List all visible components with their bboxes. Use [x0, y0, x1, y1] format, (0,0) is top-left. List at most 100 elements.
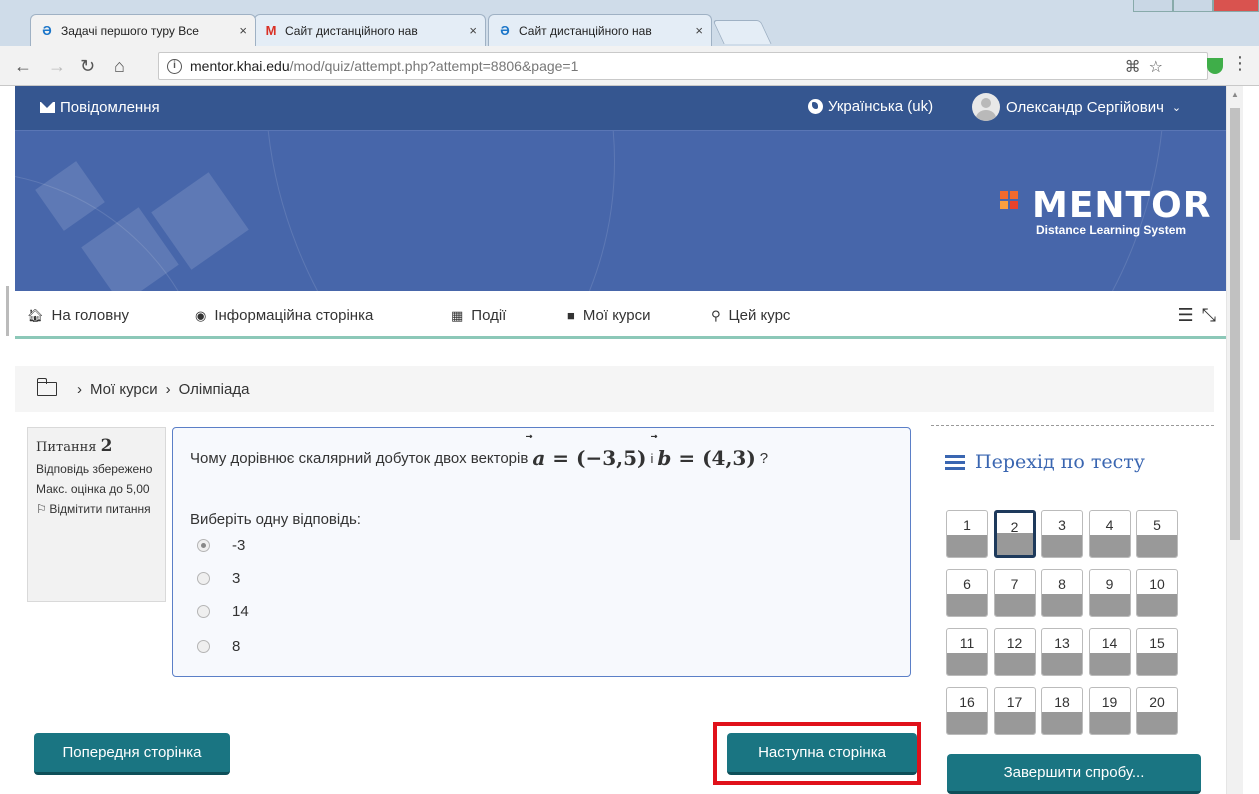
radio-button[interactable]	[197, 572, 210, 585]
breadcrumb-separator: ›	[165, 380, 171, 398]
new-tab-button[interactable]	[712, 20, 772, 44]
menu-icon	[945, 454, 965, 470]
quiz-nav-button[interactable]: 15	[1136, 628, 1178, 676]
breadcrumb-separator: ›	[77, 380, 82, 398]
messages-link[interactable]: Повідомлення	[40, 99, 160, 116]
messages-label: Повідомлення	[60, 99, 160, 116]
collapse-icon[interactable]: ⤡	[1202, 305, 1216, 326]
quiz-nav-button[interactable]: 3	[1041, 510, 1083, 558]
minimize-button[interactable]	[1133, 0, 1173, 12]
url-host: mentor.khai.edu	[190, 58, 290, 74]
answered-indicator	[994, 712, 1035, 734]
info-icon[interactable]: i	[167, 58, 182, 74]
menu-dots-icon[interactable]: ⋮	[1231, 54, 1249, 72]
quiz-nav-button[interactable]: 14	[1088, 628, 1131, 676]
maximize-button[interactable]	[1173, 0, 1213, 12]
quiz-nav-button[interactable]: 7	[993, 569, 1036, 617]
quiz-nav-button-number: 12	[1006, 635, 1023, 651]
nav-item-home[interactable]: 🏠︎ На головну	[27, 307, 129, 324]
quiz-nav-button[interactable]: 13	[1041, 628, 1083, 676]
finish-attempt-button[interactable]: Завершити спробу...	[947, 754, 1201, 794]
quiz-nav-button[interactable]: 8	[1041, 569, 1083, 617]
quiz-nav-button[interactable]: 10	[1136, 569, 1178, 617]
quiz-nav-button[interactable]: 2	[993, 510, 1036, 558]
quiz-nav-button[interactable]: 1	[946, 510, 988, 558]
radio-button[interactable]	[197, 640, 210, 653]
language-label: Українська (uk)	[828, 98, 934, 115]
quiz-nav-button[interactable]: 6	[946, 569, 988, 617]
previous-page-button[interactable]: Попередня сторінка	[34, 733, 230, 775]
scrollbar-thumb[interactable]	[1230, 108, 1240, 540]
left-edge	[0, 86, 15, 794]
translate-star-icons[interactable]: ⌘☆	[1125, 57, 1171, 77]
radio-button[interactable]	[197, 605, 210, 618]
question-number: Питання 2	[36, 436, 157, 456]
browser-tab-3[interactable]: Ә Сайт дистанційного нав ×	[488, 14, 712, 46]
answer-option-4[interactable]: 8	[197, 638, 240, 655]
folder-icon[interactable]	[36, 378, 57, 396]
close-tab-icon[interactable]: ×	[695, 23, 703, 38]
main-navigation: 🏠︎ На головну ◉ Інформаційна сторінка ▦ …	[15, 291, 1226, 339]
quiz-nav-button[interactable]: 5	[1136, 510, 1178, 558]
nav-item-my-courses[interactable]: ■ Мої курси	[567, 307, 650, 324]
browser-tab-1[interactable]: Ә Задачі першого туру Все ×	[30, 14, 256, 46]
quiz-nav-button[interactable]: 19	[1088, 687, 1131, 735]
close-window-button[interactable]	[1213, 0, 1259, 12]
close-tab-icon[interactable]: ×	[469, 23, 477, 38]
breadcrumb-my-courses[interactable]: Мої курси	[90, 381, 158, 398]
answer-option-2[interactable]: 3	[197, 570, 240, 587]
answered-indicator	[947, 535, 987, 557]
forward-arrow-icon[interactable]: →	[48, 56, 66, 77]
nav-item-dashboard[interactable]: ◉ Інформаційна сторінка	[195, 307, 373, 324]
quiz-nav-button-number: 19	[1101, 694, 1118, 710]
tab-title: Сайт дистанційного нав	[285, 23, 418, 38]
quiz-nav-button[interactable]: 12	[993, 628, 1036, 676]
answered-indicator	[1137, 712, 1177, 734]
dock-controls: ☰ ⤡	[1177, 305, 1216, 326]
answer-option-1[interactable]: -3	[197, 537, 245, 554]
home-icon: 🏠︎	[27, 307, 44, 323]
home-icon[interactable]: ⌂	[114, 56, 125, 77]
radio-button[interactable]	[197, 539, 210, 552]
gmail-icon: M	[265, 23, 277, 38]
language-menu[interactable]: Українська (uk)	[808, 98, 933, 115]
top-navbar: Повідомлення Українська (uk) Олександр С…	[15, 86, 1226, 130]
dashboard-icon: ◉	[195, 307, 207, 323]
scrollbar[interactable]: ▲	[1226, 86, 1243, 794]
indent-icon[interactable]: ☰	[1177, 305, 1193, 326]
answer-option-3[interactable]: 14	[197, 603, 249, 620]
quiz-nav-button-number: 3	[1058, 517, 1066, 533]
logo-mark-icon	[1000, 191, 1028, 219]
quiz-nav-button[interactable]: 17	[993, 687, 1036, 735]
nav-item-this-course[interactable]: ⚲ Цей курс	[711, 307, 790, 324]
scroll-up-icon[interactable]: ▲	[1231, 90, 1239, 99]
address-bar[interactable]: i mentor.khai.edu/mod/quiz/attempt.php?a…	[158, 52, 1208, 80]
answered-indicator	[1089, 594, 1130, 616]
quiz-nav-button-number: 13	[1054, 635, 1070, 651]
question-text-before: Чому дорівнює скалярний добуток двох век…	[190, 449, 529, 467]
quiz-nav-button[interactable]: 18	[1041, 687, 1083, 735]
quiz-nav-button[interactable]: 11	[946, 628, 988, 676]
breadcrumb-olympiad[interactable]: Олімпіада	[179, 381, 250, 398]
question-content: Чому дорівнює скалярний добуток двох век…	[172, 427, 911, 677]
quiz-nav-button[interactable]: 16	[946, 687, 988, 735]
question-max-mark: Макс. оцінка до 5,00	[36, 482, 150, 496]
browser-tab-2[interactable]: M Сайт дистанційного нав ×	[254, 14, 486, 46]
answer-option-label: 3	[232, 570, 241, 587]
flag-question-link[interactable]: ⚐ Відмітити питання	[36, 502, 157, 516]
quiz-nav-button[interactable]: 20	[1136, 687, 1178, 735]
user-menu[interactable]: Олександр Сергійович ⌄	[972, 93, 1181, 121]
answered-indicator	[1137, 535, 1177, 557]
shield-icon[interactable]	[1207, 58, 1223, 74]
flag-label: Відмітити питання	[49, 502, 151, 516]
answered-indicator	[994, 653, 1035, 675]
answered-indicator	[1042, 653, 1082, 675]
nav-item-events[interactable]: ▦ Події	[451, 307, 506, 324]
quiz-nav-button[interactable]: 9	[1088, 569, 1131, 617]
browser-tab-bar: Ә Задачі першого туру Все × M Сайт диста…	[0, 0, 1259, 46]
answer-option-label: -3	[232, 537, 246, 554]
close-tab-icon[interactable]: ×	[239, 23, 247, 38]
quiz-nav-button[interactable]: 4	[1088, 510, 1131, 558]
reload-icon[interactable]: ↻	[80, 56, 95, 77]
back-arrow-icon[interactable]: ←	[14, 56, 32, 77]
